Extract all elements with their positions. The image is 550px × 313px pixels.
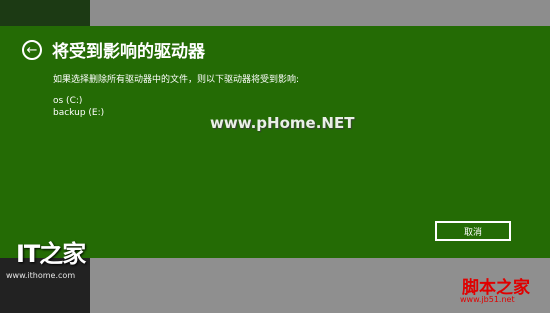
background-top-left: [0, 0, 90, 26]
ithome-url: www.ithome.com: [6, 271, 76, 280]
back-arrow-icon[interactable]: ←: [22, 40, 42, 60]
jb51-url: www.jb51.net: [460, 295, 515, 304]
drive-list: os (C:) backup (E:): [53, 95, 104, 119]
cancel-button[interactable]: 取消: [435, 221, 511, 241]
drive-item: os (C:): [53, 96, 83, 106]
background-top: [90, 0, 550, 26]
dialog-message: 如果选择删除所有驱动器中的文件，则以下驱动器将受到影响:: [53, 75, 300, 85]
ithome-logo: IT之家: [16, 240, 86, 268]
affected-drives-dialog: ← 将受到影响的驱动器 如果选择删除所有驱动器中的文件，则以下驱动器将受到影响:…: [0, 26, 550, 258]
phome-watermark: www.pHome.NET: [210, 114, 355, 132]
dialog-title: 将受到影响的驱动器: [52, 42, 205, 62]
drive-item: backup (E:): [53, 108, 105, 118]
